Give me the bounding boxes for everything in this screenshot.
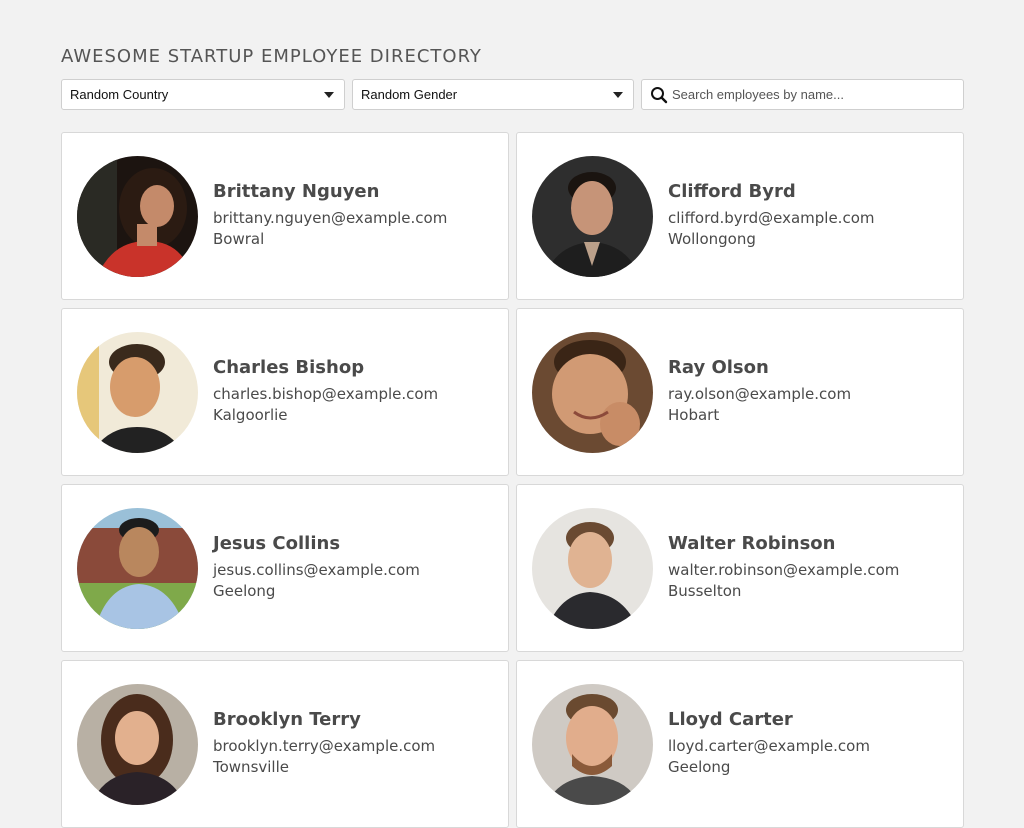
- employee-name: Lloyd Carter: [668, 709, 793, 730]
- avatar: [77, 332, 198, 453]
- employee-email: charles.bishop@example.com: [213, 385, 439, 403]
- chevron-down-icon: [613, 92, 623, 98]
- employee-city: Geelong: [668, 758, 731, 776]
- country-select-value: Random Country: [70, 87, 169, 102]
- employee-city: Kalgoorlie: [213, 406, 288, 424]
- search-box: [641, 79, 964, 110]
- employee-card[interactable]: Charles Bishop charles.bishop@example.co…: [61, 308, 509, 476]
- employee-email: clifford.byrd@example.com: [668, 209, 875, 227]
- employee-name: Clifford Byrd: [668, 181, 796, 202]
- chevron-down-icon: [324, 92, 334, 98]
- employee-email: jesus.collins@example.com: [213, 561, 420, 579]
- country-select[interactable]: Random Country: [61, 79, 345, 110]
- employee-name: Brittany Nguyen: [213, 181, 380, 202]
- employee-name: Brooklyn Terry: [213, 709, 361, 730]
- employee-card[interactable]: Clifford Byrd clifford.byrd@example.com …: [516, 132, 964, 300]
- search-input[interactable]: [672, 87, 952, 102]
- employee-city: Geelong: [213, 582, 276, 600]
- employee-card[interactable]: Walter Robinson walter.robinson@example.…: [516, 484, 964, 652]
- gender-select-value: Random Gender: [361, 87, 458, 102]
- avatar: [77, 684, 198, 805]
- employee-name: Walter Robinson: [668, 533, 836, 554]
- page-title: AWESOME STARTUP EMPLOYEE DIRECTORY: [61, 46, 482, 67]
- gender-select[interactable]: Random Gender: [352, 79, 634, 110]
- employee-city: Townsville: [213, 758, 289, 776]
- employee-email: ray.olson@example.com: [668, 385, 852, 403]
- employee-email: walter.robinson@example.com: [668, 561, 900, 579]
- employee-city: Busselton: [668, 582, 742, 600]
- employee-card[interactable]: Brooklyn Terry brooklyn.terry@example.co…: [61, 660, 509, 828]
- employee-city: Hobart: [668, 406, 720, 424]
- employee-email: brooklyn.terry@example.com: [213, 737, 436, 755]
- filter-bar: Random Country Random Gender: [61, 79, 964, 110]
- employee-email: lloyd.carter@example.com: [668, 737, 870, 755]
- avatar: [532, 156, 653, 277]
- avatar: [77, 156, 198, 277]
- employee-city: Bowral: [213, 230, 265, 248]
- search-icon: [651, 86, 668, 103]
- avatar: [532, 508, 653, 629]
- employee-name: Ray Olson: [668, 357, 769, 378]
- employee-card[interactable]: Lloyd Carter lloyd.carter@example.com Ge…: [516, 660, 964, 828]
- employee-card[interactable]: Jesus Collins jesus.collins@example.com …: [61, 484, 509, 652]
- employee-name: Charles Bishop: [213, 357, 365, 378]
- avatar: [532, 684, 653, 805]
- employee-name: Jesus Collins: [213, 533, 341, 554]
- employee-city: Wollongong: [668, 230, 756, 248]
- employee-email: brittany.nguyen@example.com: [213, 209, 448, 227]
- avatar: [532, 332, 653, 453]
- avatar: [77, 508, 198, 629]
- employee-card[interactable]: Brittany Nguyen brittany.nguyen@example.…: [61, 132, 509, 300]
- employee-card[interactable]: Ray Olson ray.olson@example.com Hobart: [516, 308, 964, 476]
